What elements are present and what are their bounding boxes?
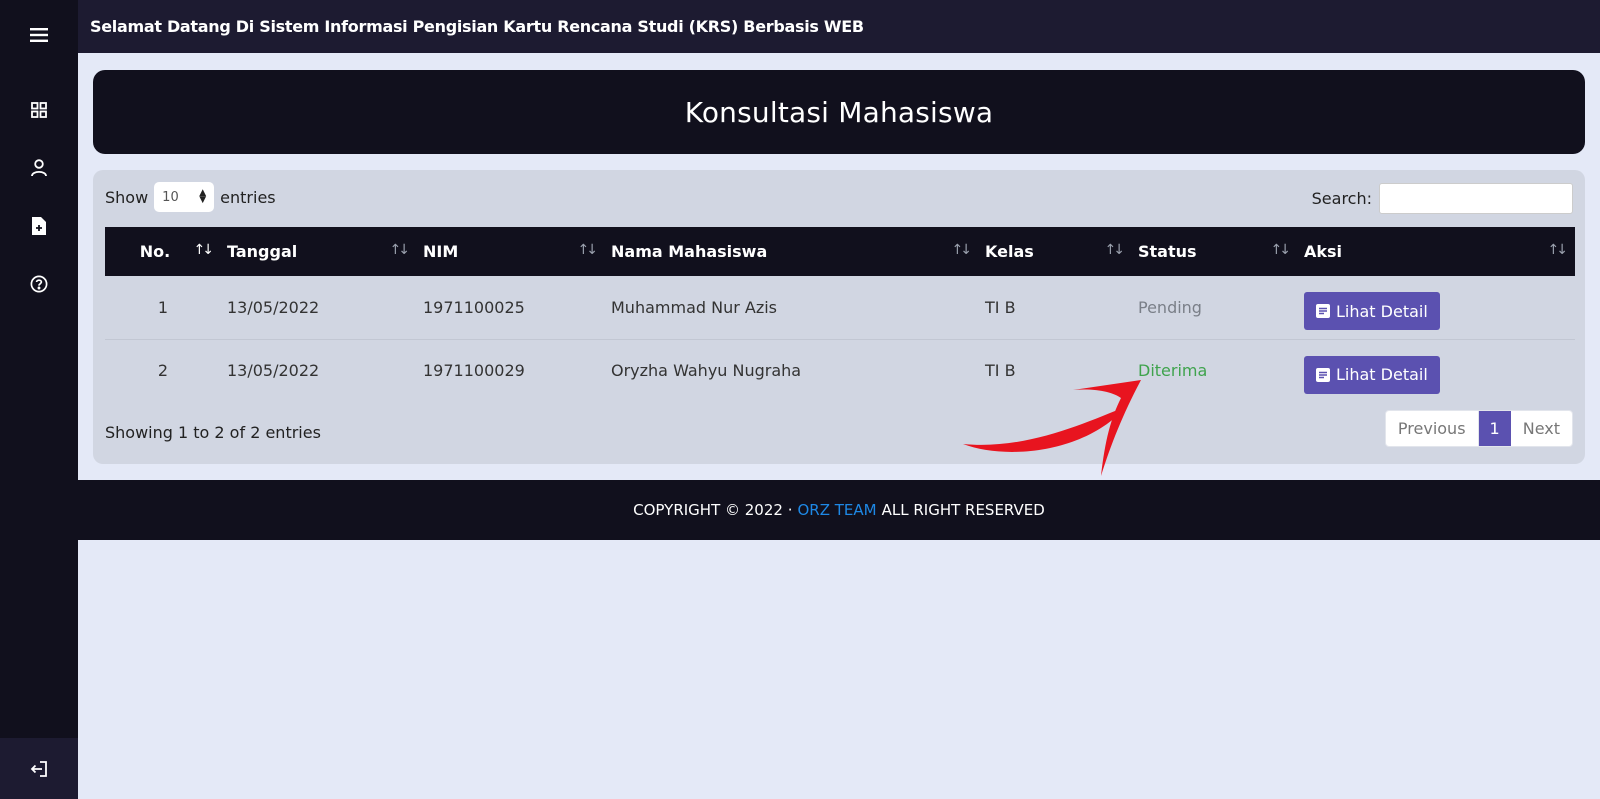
sort-icon: ↑↓ [389, 242, 411, 258]
cell-aksi: Lihat Detail [1298, 276, 1575, 339]
cell-no: 1 [157, 297, 169, 317]
column-header-nim[interactable]: NIM ↑↓ [417, 227, 605, 276]
cell-nama: Oryzha Wahyu Nugraha [611, 361, 802, 381]
column-header-kelas[interactable]: Kelas ↑↓ [979, 227, 1132, 276]
cell-nim: 1971100029 [423, 361, 525, 381]
select-caret-icon: ▲ ▼ [199, 188, 207, 205]
consultation-table: No. ↑↓ Tanggal ↑↓ NIM ↑↓ Nama Mahasiswa ↑↓ K… [105, 227, 1575, 402]
cell-nama: Muhammad Nur Azis [611, 297, 778, 317]
cell-no: 2 [157, 361, 169, 381]
table-header-row: No. ↑↓ Tanggal ↑↓ NIM ↑↓ Nama Mahasiswa ↑↓ K… [105, 227, 1575, 276]
column-header-aksi[interactable]: Aksi ↑↓ [1298, 227, 1575, 276]
top-bar: Selamat Datang Di Sistem Informasi Pengi… [78, 0, 1600, 53]
previous-page-button[interactable]: Previous [1386, 411, 1479, 446]
sort-icon: ↑↓ [1104, 242, 1126, 258]
cell-kelas: TI B [985, 297, 1016, 317]
sort-icon: ↑↓ [1270, 242, 1292, 258]
show-label: Show [105, 187, 149, 207]
next-page-button[interactable]: Next [1511, 411, 1572, 446]
cell-nim: 1971100025 [423, 297, 525, 317]
search-input[interactable] [1379, 182, 1573, 214]
copyright-text: COPYRIGHT © 2022 · [633, 501, 793, 519]
table-info: Showing 1 to 2 of 2 entries [105, 423, 321, 442]
sort-icon: ↑↓ [951, 242, 973, 258]
column-header-no[interactable]: No. ↑↓ [105, 227, 221, 276]
search-control: Search: [1312, 182, 1573, 214]
page-title: Konsultasi Mahasiswa [684, 95, 994, 129]
help-icon[interactable] [0, 264, 78, 304]
status-badge: Pending [1138, 297, 1202, 317]
lihat-detail-label: Lihat Detail [1336, 365, 1428, 385]
cell-aksi: Lihat Detail [1298, 339, 1575, 402]
search-label: Search: [1311, 188, 1372, 208]
rights-text: ALL RIGHT RESERVED [881, 501, 1045, 519]
detail-icon [1316, 304, 1330, 319]
column-header-status[interactable]: Status ↑↓ [1132, 227, 1298, 276]
annotation-arrow-icon [963, 380, 1141, 476]
file-icon[interactable] [0, 206, 78, 246]
column-header-tanggal[interactable]: Tanggal ↑↓ [221, 227, 417, 276]
detail-icon [1316, 367, 1330, 382]
page-1-button[interactable]: 1 [1478, 411, 1511, 446]
lihat-detail-button[interactable]: Lihat Detail [1304, 355, 1440, 394]
lihat-detail-label: Lihat Detail [1336, 301, 1428, 321]
grid-icon[interactable] [0, 90, 78, 130]
sort-icon: ↑↓ [1547, 242, 1569, 258]
column-header-nama[interactable]: Nama Mahasiswa ↑↓ [605, 227, 979, 276]
table-row: 2 13/05/2022 1971100029 Oryzha Wahyu Nug… [105, 339, 1575, 402]
team-link[interactable]: ORZ TEAM [797, 501, 876, 519]
pagination: Previous 1 Next [1384, 410, 1573, 447]
entries-select[interactable]: 10 ▲ ▼ [154, 182, 215, 212]
cell-tanggal: 13/05/2022 [227, 297, 320, 317]
menu-icon[interactable] [0, 15, 78, 55]
consultation-table-card: Show 10 ▲ ▼ entries Search: No. ↑↓ Tanggal… [93, 170, 1585, 464]
entries-length-control: Show 10 ▲ ▼ entries [105, 182, 276, 212]
user-icon[interactable] [0, 148, 78, 188]
table-row: 1 13/05/2022 1971100025 Muhammad Nur Azi… [105, 276, 1575, 339]
welcome-marquee: Selamat Datang Di Sistem Informasi Pengi… [90, 17, 864, 36]
logout-icon[interactable] [0, 738, 78, 799]
lihat-detail-button[interactable]: Lihat Detail [1304, 292, 1440, 331]
footer: COPYRIGHT © 2022 · ORZ TEAM ALL RIGHT RE… [78, 480, 1600, 540]
entries-label: entries [220, 187, 276, 207]
sidebar [0, 0, 78, 799]
sort-icon: ↑↓ [193, 242, 215, 258]
sort-icon: ↑↓ [577, 242, 599, 258]
title-card: Konsultasi Mahasiswa [93, 70, 1585, 154]
cell-tanggal: 13/05/2022 [227, 361, 320, 381]
entries-select-value: 10 [162, 189, 179, 205]
